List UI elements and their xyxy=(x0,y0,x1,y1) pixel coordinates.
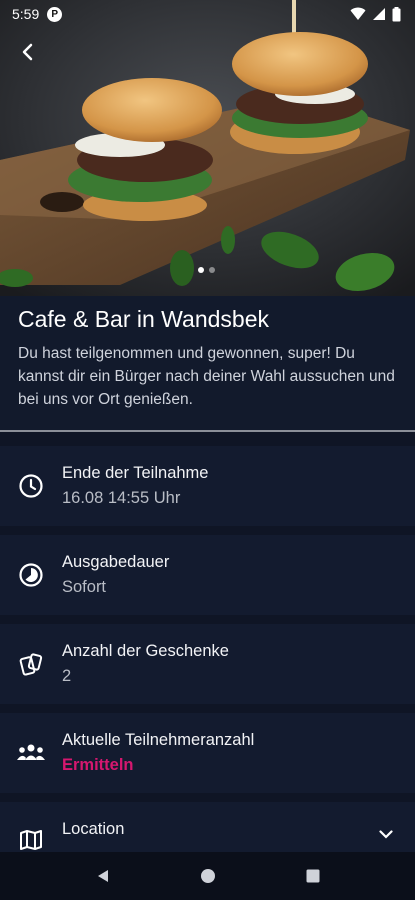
map-icon xyxy=(20,830,42,850)
info-value: 2 xyxy=(62,667,72,685)
arrow-back-icon xyxy=(22,43,33,61)
carousel-dot[interactable] xyxy=(198,267,204,273)
gift-cards-icon xyxy=(19,653,43,676)
back-button[interactable] xyxy=(12,36,44,68)
battery-icon xyxy=(392,6,401,21)
system-navigation-bar xyxy=(0,852,415,900)
event-header: Cafe & Bar in Wandsbek Du hast teilgenom… xyxy=(0,296,415,430)
wifi-icon xyxy=(350,7,366,20)
info-label: Aktuelle Teilnehmeranzahl xyxy=(62,731,255,749)
info-card-end-of-participation: Ende der Teilnahme 16.08 14:55 Uhr xyxy=(0,446,415,526)
info-value: Sofort xyxy=(62,578,107,596)
divider xyxy=(0,430,415,432)
info-list: Ende der Teilnahme 16.08 14:55 Uhr Ausga… xyxy=(0,446,415,871)
status-time: 5:59 xyxy=(12,6,40,22)
nav-home-button[interactable] xyxy=(188,856,228,896)
square-recents-icon xyxy=(306,869,319,883)
timelapse-icon xyxy=(19,563,43,587)
info-value: 16.08 14:55 Uhr xyxy=(62,489,181,507)
event-description: Du hast teilgenommen und gewonnen, super… xyxy=(18,345,395,408)
info-label: Location xyxy=(62,820,125,838)
info-card-participant-count: Aktuelle Teilnehmeranzahl Ermitteln xyxy=(0,713,415,793)
triangle-back-icon xyxy=(97,870,108,882)
info-label: Anzahl der Geschenke xyxy=(62,642,229,660)
app-notification-icon: P xyxy=(47,6,63,22)
nav-recents-button[interactable] xyxy=(293,856,333,896)
info-card-gift-count: Anzahl der Geschenke 2 xyxy=(0,624,415,704)
hero-image[interactable] xyxy=(0,0,415,296)
signal-icon xyxy=(373,8,385,20)
chevron-down-icon[interactable] xyxy=(379,826,393,844)
clock-icon xyxy=(19,474,43,498)
carousel-dot[interactable] xyxy=(209,267,215,273)
info-label: Ende der Teilnahme xyxy=(62,464,209,482)
info-label: Ausgabedauer xyxy=(62,553,170,571)
people-group-icon xyxy=(17,744,45,760)
circle-home-icon xyxy=(200,869,215,883)
nav-back-button[interactable] xyxy=(83,856,123,896)
info-card-issue-duration: Ausgabedauer Sofort xyxy=(0,535,415,615)
determine-participants-link[interactable]: Ermitteln xyxy=(62,756,254,775)
status-bar: 5:59 P xyxy=(0,0,415,28)
carousel-indicator xyxy=(198,267,215,273)
event-title: Cafe & Bar in Wandsbek xyxy=(18,306,269,332)
burger-photo xyxy=(0,0,415,296)
